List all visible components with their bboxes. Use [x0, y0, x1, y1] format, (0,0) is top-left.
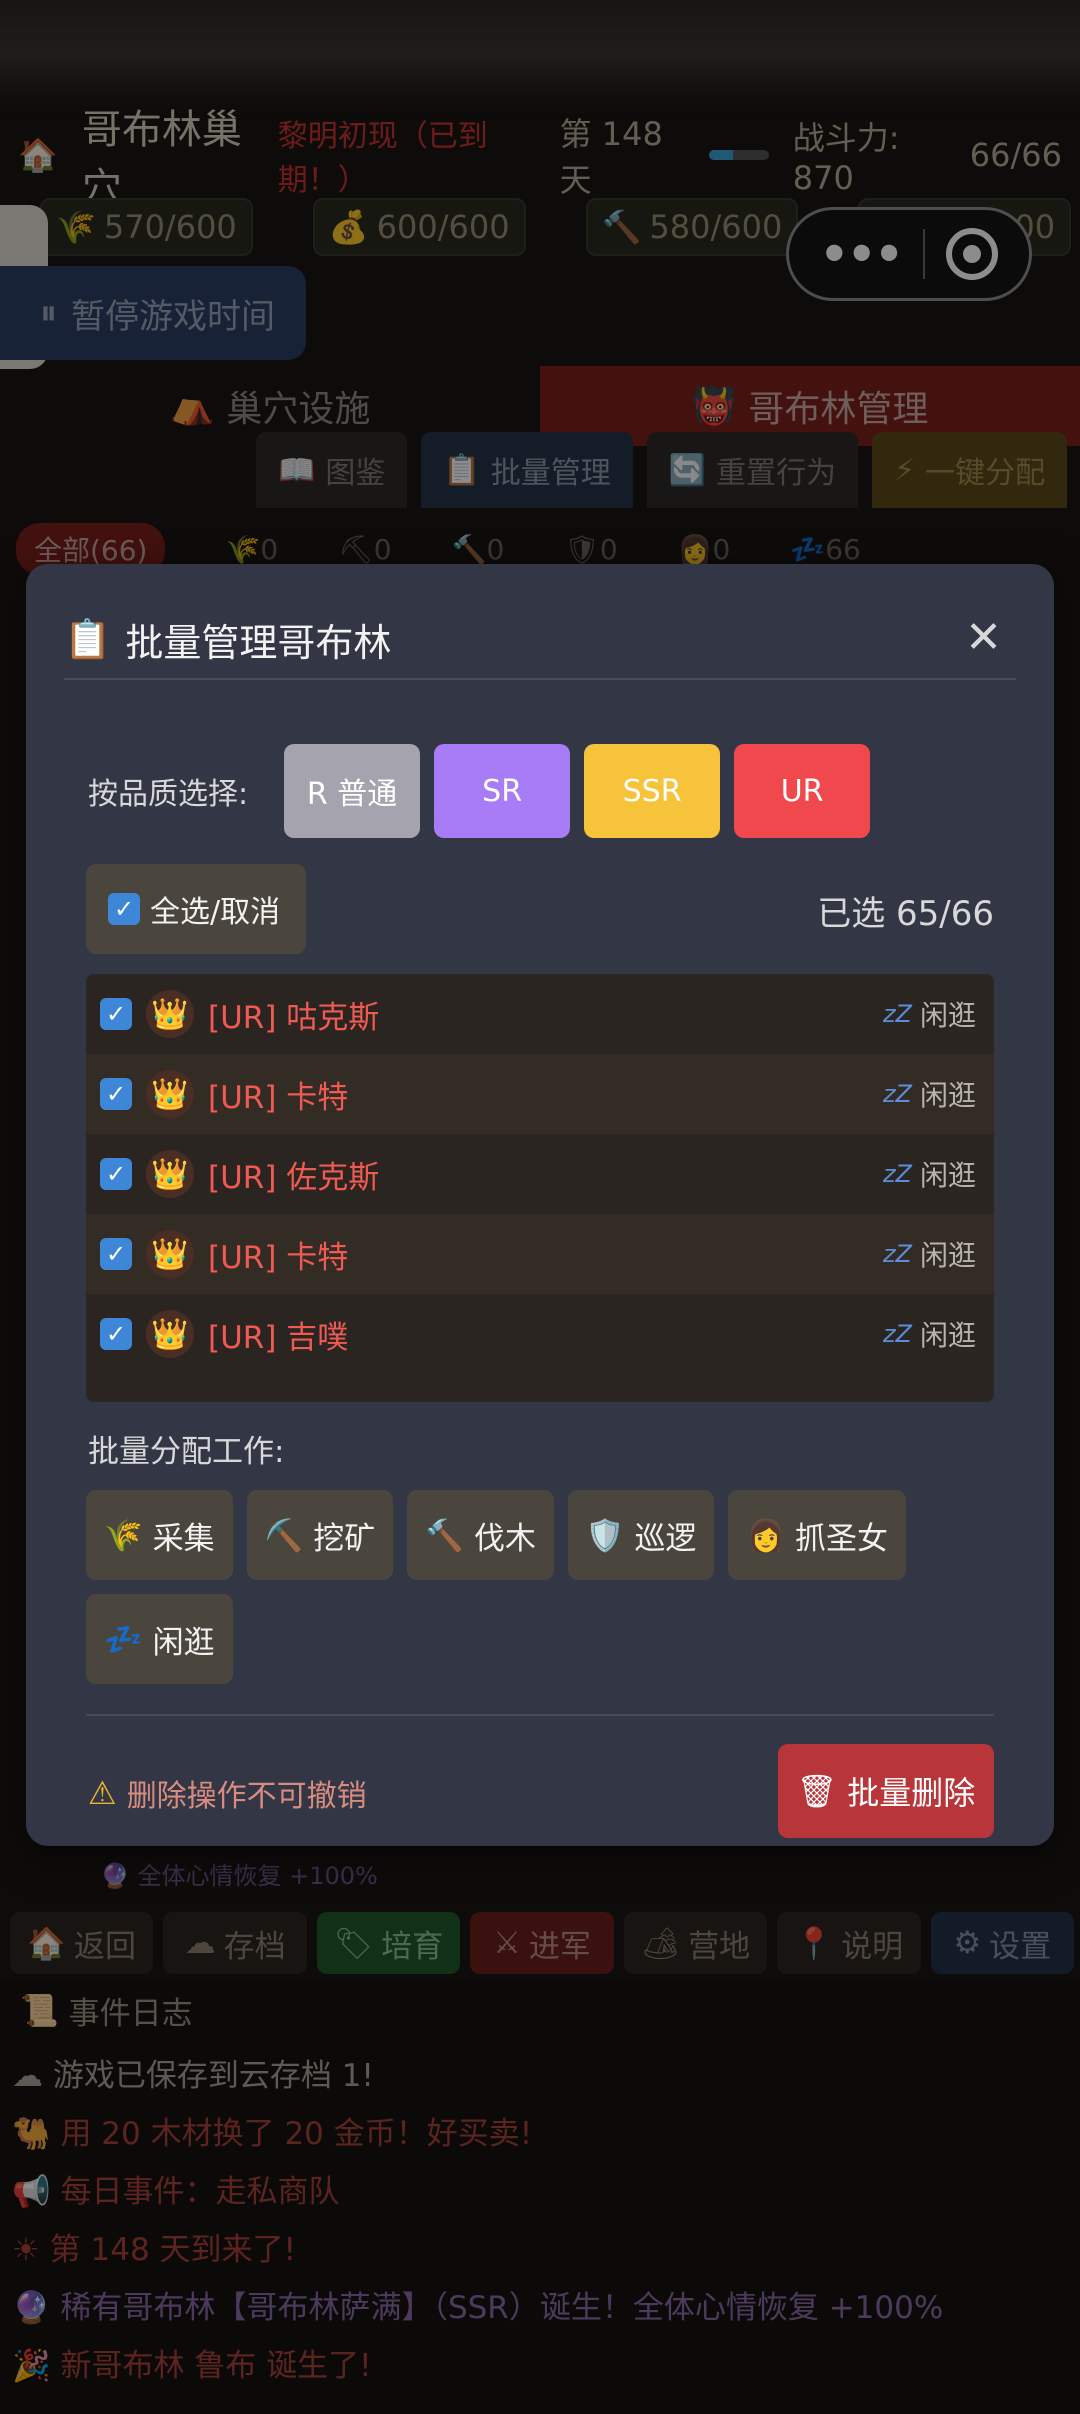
hammer-icon: 🔨 [425, 1517, 464, 1554]
goblin-name: [UR] 卡特 [208, 1079, 349, 1116]
checkbox-checked-icon[interactable]: ✓ [100, 998, 132, 1030]
clipboard-icon: 📋 [64, 616, 112, 661]
list-item[interactable]: ✓ 👑 [UR] 卡特 zZ 闲逛 [86, 1214, 994, 1294]
woman-icon: 👩 [746, 1517, 786, 1554]
list-item[interactable]: ✓ 👑 [UR] 佐克斯 zZ 闲逛 [86, 1134, 994, 1214]
assign-capture-button[interactable]: 👩 抓圣女 [728, 1490, 907, 1580]
batch-manage-modal: 📋 批量管理哥布林 ✕ 按品质选择: R 普通 SR SSR UR ✓ 全选/取… [26, 564, 1054, 1846]
checkbox-checked-icon[interactable]: ✓ [100, 1238, 132, 1270]
modal-header: 📋 批量管理哥布林 ✕ [64, 600, 1016, 680]
close-icon[interactable]: ✕ [965, 612, 1002, 663]
shield-icon: 🛡️ [585, 1517, 625, 1554]
selected-count: 已选 65/66 [817, 894, 994, 934]
quality-label: 按品质选择: [88, 777, 249, 812]
pickaxe-icon: ⛏️ [264, 1517, 304, 1554]
crown-icon: 👑 [146, 1310, 194, 1358]
wheat-icon: 🌾 [104, 1517, 143, 1554]
sleep-icon: zZ [882, 1320, 912, 1348]
goblin-state: zZ 闲逛 [882, 1319, 976, 1352]
modal-title: 📋 批量管理哥布林 [64, 616, 392, 665]
goblin-list[interactable]: ✓ 👑 [UR] 咕克斯 zZ 闲逛 ✓ 👑 [UR] 卡特 zZ 闲逛 ✓ 👑 [… [86, 974, 994, 1402]
list-item[interactable]: ✓ 👑 [UR] 卡特 zZ 闲逛 [86, 1054, 994, 1134]
goblin-state: zZ 闲逛 [882, 1239, 976, 1272]
checkbox-checked-icon[interactable]: ✓ [100, 1158, 132, 1190]
sleep-icon: zZ [882, 1080, 912, 1108]
crown-icon: 👑 [146, 990, 194, 1038]
list-item[interactable]: ✓ 👑 [UR] 吉噗 zZ 闲逛 [86, 1294, 994, 1374]
assign-job-buttons: 🌾 采集 ⛏️ 挖矿 🔨 伐木 🛡️ 巡逻 👩 抓圣女 💤 闲逛 [86, 1490, 1006, 1684]
goblin-name: [UR] 吉噗 [208, 1319, 349, 1356]
modal-divider [86, 1714, 994, 1716]
sleep-icon: zZ [882, 1160, 912, 1188]
goblin-state: zZ 闲逛 [882, 1079, 976, 1112]
assign-patrol-button[interactable]: 🛡️ 巡逻 [567, 1490, 715, 1580]
checkbox-checked-icon[interactable]: ✓ [100, 1318, 132, 1350]
assign-gather-button[interactable]: 🌾 采集 [86, 1490, 233, 1580]
assign-idle-button[interactable]: 💤 闲逛 [86, 1594, 233, 1684]
assign-wood-button[interactable]: 🔨 伐木 [407, 1490, 554, 1580]
quality-ur-button[interactable]: UR [734, 744, 871, 838]
goblin-name: [UR] 卡特 [208, 1239, 349, 1276]
quality-selector: 按品质选择: R 普通 SR SSR UR [88, 744, 871, 838]
crown-icon: 👑 [146, 1070, 194, 1118]
sleep-icon: 💤 [104, 1621, 143, 1658]
delete-warning: ⚠ 删除操作不可撤销 [88, 1774, 367, 1814]
trash-icon: 🗑 [796, 1772, 838, 1810]
batch-delete-button[interactable]: 🗑 批量删除 [778, 1744, 994, 1838]
checkbox-checked-icon[interactable]: ✓ [108, 893, 140, 925]
select-all-toggle[interactable]: ✓ 全选/取消 [86, 864, 306, 954]
quality-sr-button[interactable]: SR [434, 744, 571, 838]
assign-mine-button[interactable]: ⛏️ 挖矿 [246, 1490, 394, 1580]
goblin-state: zZ 闲逛 [882, 1159, 976, 1192]
checkbox-checked-icon[interactable]: ✓ [100, 1078, 132, 1110]
goblin-name: [UR] 佐克斯 [208, 1159, 380, 1196]
quality-ssr-button[interactable]: SSR [584, 744, 721, 838]
crown-icon: 👑 [146, 1150, 194, 1198]
sleep-icon: zZ [882, 1000, 912, 1028]
warning-icon: ⚠ [88, 1774, 117, 1812]
list-item[interactable]: ✓ 👑 [UR] 咕克斯 zZ 闲逛 [86, 974, 994, 1054]
sleep-icon: zZ [882, 1240, 912, 1268]
batch-assign-label: 批量分配工作: [88, 1434, 285, 1470]
goblin-state: zZ 闲逛 [882, 999, 976, 1032]
goblin-name: [UR] 咕克斯 [208, 999, 380, 1036]
crown-icon: 👑 [146, 1230, 194, 1278]
quality-r-button[interactable]: R 普通 [284, 744, 421, 838]
